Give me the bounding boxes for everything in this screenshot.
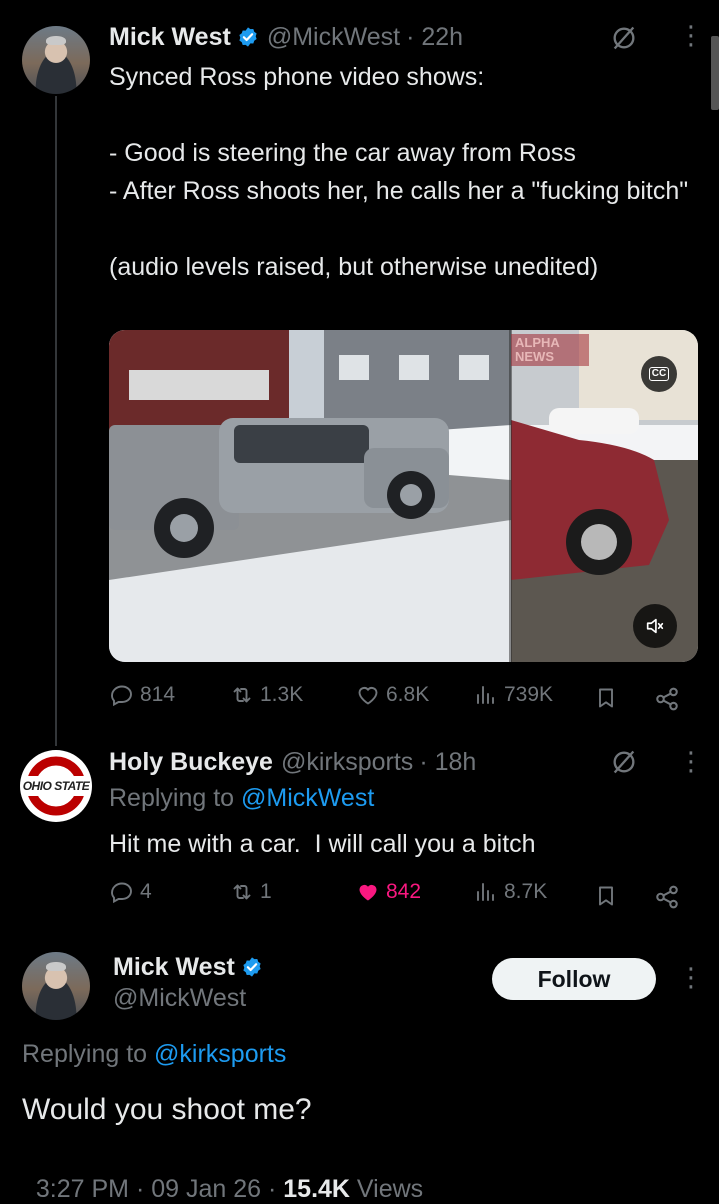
repost-count: 1 [260, 880, 272, 903]
like-count: 6.8K [386, 683, 430, 706]
view-count: 739K [504, 683, 554, 706]
timestamp[interactable]: 3:27 PM · 09 Jan 26 · [36, 1175, 283, 1203]
replying-prefix: Replying to [22, 1040, 148, 1068]
author-name[interactable]: Mick West [109, 23, 231, 52]
views-button[interactable]: 8.7K [474, 880, 547, 904]
repost-icon [233, 884, 251, 900]
views-button[interactable]: 739K [474, 683, 553, 707]
reply-icon [111, 882, 132, 904]
follow-button[interactable]: Follow [492, 958, 656, 1000]
grok-icon[interactable] [610, 24, 638, 52]
tweet-body: Would you shoot me? [22, 1093, 312, 1126]
share-icon[interactable] [654, 884, 680, 910]
thread-line [55, 96, 57, 746]
tweet-body: Hit me with a car. I will call you a bit… [109, 830, 536, 858]
repost-button[interactable]: 1.3K [230, 683, 303, 707]
verified-badge-icon [239, 27, 257, 47]
author-handle[interactable]: @kirksports [281, 748, 413, 777]
reply-count: 4 [140, 880, 152, 903]
views-icon [477, 686, 494, 704]
author-name[interactable]: Holy Buckeye [109, 748, 273, 777]
tweet1-header: Mick West @MickWest · 22h [109, 20, 463, 54]
author-handle[interactable]: @MickWest [267, 23, 400, 52]
news-watermark: ALPHA NEWS [511, 334, 589, 366]
author-handle[interactable]: @MickWest [113, 984, 246, 1013]
repost-icon [233, 687, 251, 703]
replying-prefix: Replying to [109, 784, 235, 812]
cc-icon[interactable]: CC [641, 356, 677, 392]
tweet-meta: 3:27 PM · 09 Jan 26 · 15.4K Views [22, 1146, 423, 1204]
tweet-body: Synced Ross phone video shows: - Good is… [109, 63, 689, 281]
more-icon[interactable]: ⋮ [678, 22, 704, 48]
share-icon[interactable] [654, 686, 680, 712]
bookmark-icon[interactable] [594, 884, 618, 908]
cc-label: CC [648, 367, 670, 381]
views-icon [477, 883, 494, 901]
replying-to: Replying to @kirksports [22, 1040, 286, 1069]
like-button[interactable]: 6.8K [356, 683, 429, 707]
views-label: Views [349, 1175, 424, 1203]
tweet-time[interactable]: · 18h [419, 748, 476, 777]
avatar[interactable]: OHIO STATE [20, 750, 92, 822]
like-button[interactable]: 842 [356, 880, 421, 904]
reply-button[interactable]: 4 [110, 880, 152, 904]
author-name[interactable]: Mick West [113, 953, 235, 982]
more-icon[interactable]: ⋮ [678, 964, 704, 990]
replying-to-link[interactable]: @kirksports [154, 1040, 286, 1068]
bookmark-icon[interactable] [594, 686, 618, 710]
verified-badge-icon [243, 957, 261, 977]
video-frame [109, 330, 698, 662]
tweet-time[interactable]: · 22h [406, 23, 463, 52]
grok-icon[interactable] [610, 748, 638, 776]
repost-count: 1.3K [260, 683, 304, 706]
replying-to: Replying to @MickWest [109, 784, 374, 813]
reply-button[interactable]: 814 [110, 683, 175, 707]
like-count: 842 [386, 880, 422, 903]
tweet3-header: Mick West [113, 950, 263, 984]
reply-count: 814 [140, 683, 176, 706]
scrollbar-thumb[interactable] [711, 36, 719, 110]
mute-icon[interactable] [633, 604, 677, 648]
view-count: 8.7K [504, 880, 548, 903]
like-icon [359, 884, 377, 901]
avatar[interactable] [22, 952, 90, 1020]
repost-button[interactable]: 1 [230, 880, 272, 904]
avatar-logo-text: OHIO STATE [22, 779, 90, 793]
avatar[interactable] [22, 26, 90, 94]
more-icon[interactable]: ⋮ [678, 748, 704, 774]
replying-to-link[interactable]: @MickWest [241, 784, 374, 812]
video-media[interactable]: ALPHA NEWS CC [109, 330, 698, 662]
reply-icon [111, 685, 132, 707]
like-icon [358, 687, 378, 705]
view-count: 15.4K [283, 1175, 350, 1203]
tweet2-header: Holy Buckeye @kirksports · 18h [109, 745, 476, 779]
